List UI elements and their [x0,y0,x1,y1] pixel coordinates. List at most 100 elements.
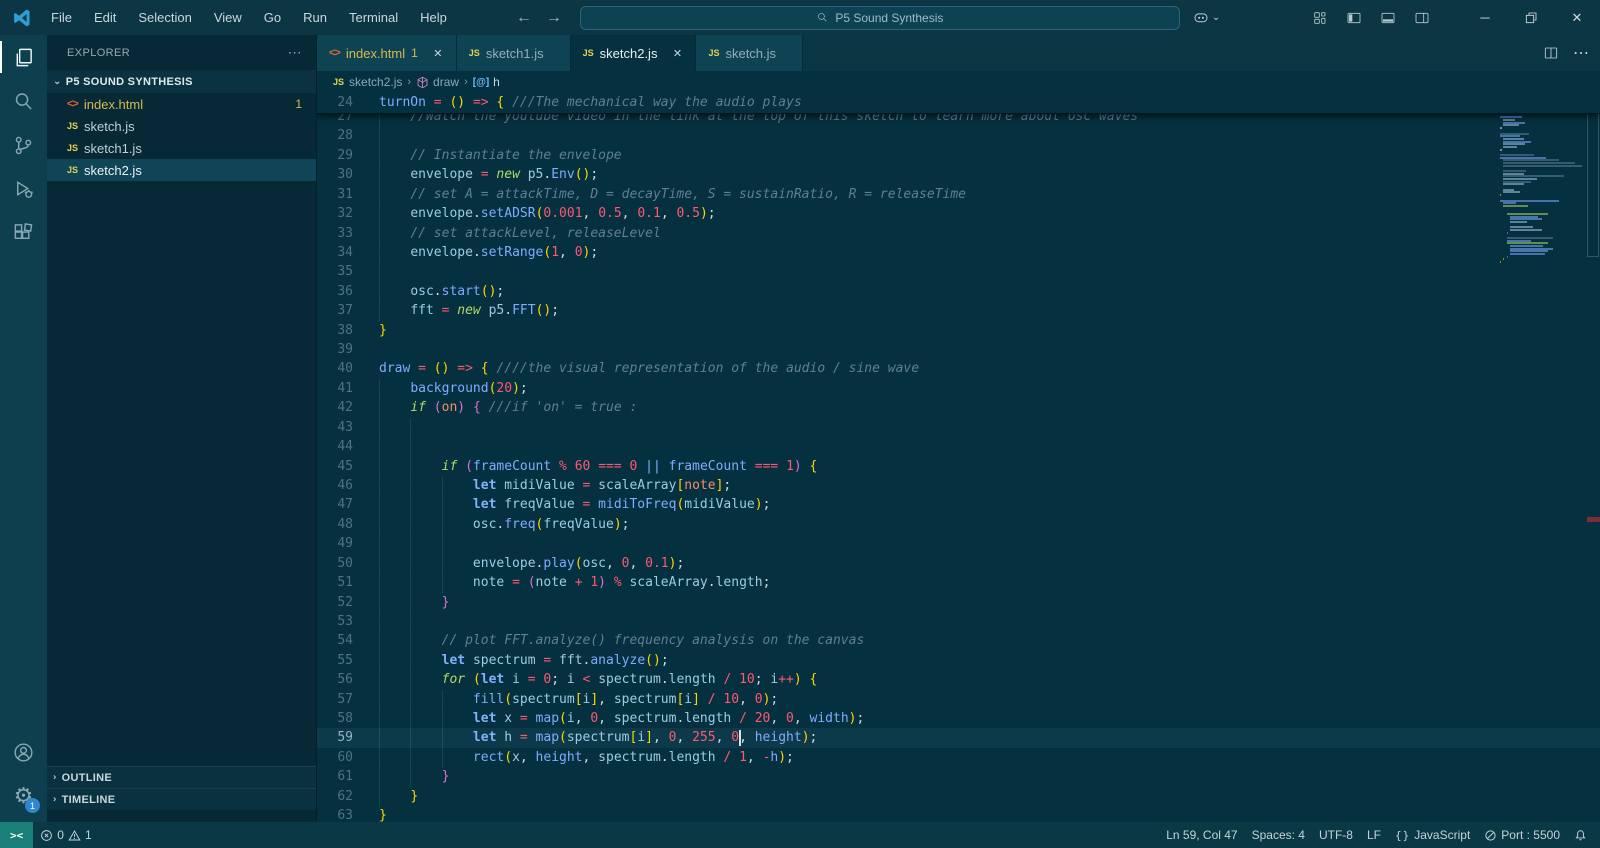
code-line-51[interactable]: 51 note = (note + 1) % scaleArray.length… [317,573,1600,594]
code-line-33[interactable]: 33 // set attackLevel, releaseLevel [317,223,1600,244]
breadcrumb-symbol-draw[interactable]: draw [416,75,459,89]
code-line-62[interactable]: 62 } [317,786,1600,807]
code-line-46[interactable]: 46 let midiValue = scaleArray[note]; [317,475,1600,496]
vertical-scrollbar[interactable] [1586,93,1600,822]
code-line-36[interactable]: 36 osc.start(); [317,281,1600,302]
code-line-40[interactable]: 40 draw = () => { ////the visual represen… [317,359,1600,379]
code-line-42[interactable]: 42 if (on) { ///if 'on' = true : [317,398,1600,419]
code-line-38[interactable]: 38} [317,321,1600,341]
file-item-sketch.js[interactable]: JS sketch.js [47,115,316,137]
code-line-61[interactable]: 61 } [317,767,1600,788]
code-line-56[interactable]: 56 for (let i = 0; i < spectrum.length /… [317,670,1600,691]
activity-search[interactable] [0,79,47,123]
menu-selection[interactable]: Selection [129,6,200,29]
code-line-50[interactable]: 50 envelope.play(osc, 0, 0.1); [317,553,1600,574]
code-line-49[interactable]: 49 [317,534,1600,555]
customize-layout-icon[interactable] [1312,10,1328,26]
code-line-31[interactable]: 31 // set A = attackTime, D = decayTime,… [317,184,1600,205]
code-line-63[interactable]: 63} [317,806,1600,822]
symbol-namespace-icon [417,76,428,88]
code-editor[interactable]: 27 //Watch the youtube video in the link… [317,93,1600,822]
tab-index.html[interactable]: <> index.html 1 ✕ [317,35,457,71]
code-line-32[interactable]: 32 envelope.setADSR(0.001, 0.5, 0.1, 0.5… [317,204,1600,225]
copilot-menu[interactable]: ⌄ [1192,9,1220,27]
nav-forward-icon[interactable]: → [546,9,562,27]
code-line-30[interactable]: 30 envelope = new p5.Env(); [317,165,1600,186]
status-live-server-port[interactable]: Port : 5500 [1477,822,1567,848]
restore-button[interactable] [1508,0,1554,35]
overview-ruler-marker [1587,517,1600,522]
code-line-39[interactable]: 39 [317,340,1600,360]
code-line-37[interactable]: 37 fft = new p5.FFT(); [317,301,1600,322]
code-line-57[interactable]: 57 fill(spectrum[i], spectrum[i] / 10, 0… [317,689,1600,710]
code-line-58[interactable]: 58 let x = map(i, 0, spectrum.length / 2… [317,709,1600,730]
nav-back-icon[interactable]: ← [516,9,532,27]
explorer-more-actions[interactable]: ⋯ [288,44,302,61]
code-line-35[interactable]: 35 [317,262,1600,283]
timeline-section-header[interactable]: › TIMELINE [47,788,316,810]
status-language-mode[interactable]: {} JavaScript [1388,822,1477,848]
remote-indicator[interactable]: >< [0,822,34,848]
code-line-55[interactable]: 55 let spectrum = fft.analyze(); [317,650,1600,671]
minimap-line [1500,135,1521,138]
menu-go[interactable]: Go [255,6,290,29]
code-line-52[interactable]: 52 } [317,592,1600,613]
activity-extensions[interactable] [0,211,47,255]
toggle-secondary-sidebar-icon[interactable] [1414,10,1430,26]
code-line-54[interactable]: 54 // plot FFT.analyze() frequency analy… [317,631,1600,652]
outline-section-header[interactable]: › OUTLINE [47,766,316,788]
activity-explorer[interactable] [0,35,47,79]
activity-accounts[interactable] [0,730,47,774]
extensions-icon [14,222,33,239]
file-item-sketch1.js[interactable]: JS sketch1.js [47,137,316,159]
close-window-button[interactable]: ✕ [1554,0,1600,35]
menu-run[interactable]: Run [294,6,336,29]
menu-terminal[interactable]: Terminal [340,6,407,29]
code-line-28[interactable]: 28 [317,126,1600,147]
tab-sketch2.js[interactable]: JS sketch2.js ✕ [570,35,697,71]
activity-run-debug[interactable] [0,167,47,211]
status-notifications[interactable] [1567,822,1594,848]
code-line-44[interactable]: 44 [317,437,1600,458]
minimap-line [1506,231,1508,234]
code-line-34[interactable]: 34 envelope.setRange(1, 0); [317,242,1600,263]
code-line-47[interactable]: 47 let freqValue = midiToFreq(midiValue)… [317,495,1600,516]
code-line-29[interactable]: 29 // Instantiate the envelope [317,145,1600,166]
code-line-48[interactable]: 48 osc.freq(freqValue); [317,514,1600,535]
file-item-sketch2.js[interactable]: JS sketch2.js [47,159,316,181]
minimize-button[interactable]: ─ [1462,0,1508,35]
breadcrumb-symbol-h[interactable]: [@] h [473,75,500,89]
command-center-search[interactable]: P5 Sound Synthesis [579,5,1180,30]
activity-settings[interactable]: ⚙ 1 [0,774,47,818]
code-line-41[interactable]: 41 background(20); [317,378,1600,399]
split-editor-icon[interactable] [1543,45,1559,61]
file-item-index.html[interactable]: <> index.html 1 [47,93,316,115]
code-line-53[interactable]: 53 [317,611,1600,632]
code-line-59[interactable]: 59 let h = map(spectrum[i], 0, 255, 0, h… [317,728,1600,749]
toggle-panel-icon[interactable] [1380,10,1396,26]
tab-sketch1.js[interactable]: JS sketch1.js [456,35,571,71]
close-tab-icon[interactable]: ✕ [430,47,446,60]
code-line-60[interactable]: 60 rect(x, height, spectrum.length / 1, … [317,747,1600,768]
tab-sketch.js[interactable]: JS sketch.js [696,35,804,71]
status-encoding[interactable]: UTF-8 [1312,822,1360,848]
activity-source-control[interactable] [0,123,47,167]
menu-edit[interactable]: Edit [85,6,125,29]
code-line-43[interactable]: 43 [317,417,1600,438]
sticky-scroll-line[interactable]: 24 turnOn = () => { ///The mechanical way… [317,93,1600,114]
indent-guide [379,611,380,632]
project-folder-header[interactable]: ⌄ P5 SOUND SYNTHESIS [47,70,316,93]
scrollbar-slider[interactable] [1587,95,1599,257]
editor-more-actions-icon[interactable]: ⋯ [1573,43,1590,63]
menu-help[interactable]: Help [411,6,456,29]
menu-view[interactable]: View [205,6,251,29]
breadcrumb-file[interactable]: sketch2.js [349,75,402,89]
close-tab-icon[interactable]: ✕ [669,47,685,60]
code-line-45[interactable]: 45 if (frameCount % 60 === 0 || frameCou… [317,456,1600,477]
status-eol[interactable]: LF [1360,822,1388,848]
status-cursor-position[interactable]: Ln 59, Col 47 [1159,822,1244,848]
problems-status[interactable]: 0 1 [33,822,98,848]
status-indentation[interactable]: Spaces: 4 [1245,822,1312,848]
menu-file[interactable]: File [42,6,81,29]
toggle-primary-sidebar-icon[interactable] [1346,10,1362,26]
